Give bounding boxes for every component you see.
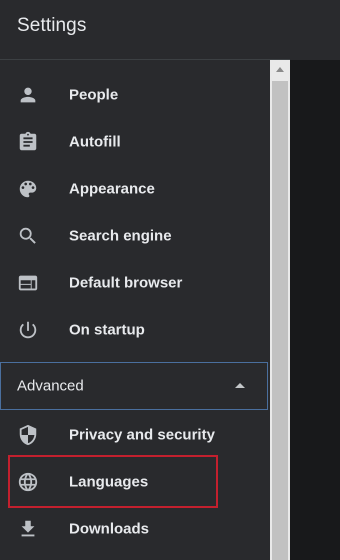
settings-header: Settings bbox=[0, 0, 290, 60]
sidebar-item-on-startup[interactable]: On startup bbox=[0, 306, 270, 353]
shield-icon bbox=[17, 424, 39, 446]
sidebar-item-appearance[interactable]: Appearance bbox=[0, 165, 270, 212]
sidebar-item-label: Privacy and security bbox=[69, 426, 215, 443]
sidebar-item-downloads[interactable]: Downloads bbox=[0, 505, 270, 552]
globe-icon bbox=[17, 471, 39, 493]
sidebar-item-privacy-and-security[interactable]: Privacy and security bbox=[0, 411, 270, 458]
advanced-section-toggle[interactable]: Advanced bbox=[0, 362, 268, 410]
sidebar-item-label: Autofill bbox=[69, 133, 121, 150]
advanced-label: Advanced bbox=[17, 377, 84, 395]
scrollbar-thumb[interactable] bbox=[272, 81, 288, 560]
palette-icon bbox=[17, 178, 39, 200]
sidebar-item-autofill[interactable]: Autofill bbox=[0, 118, 270, 165]
settings-sidebar: People Autofill Appearance Search engine bbox=[0, 60, 270, 560]
person-icon bbox=[17, 84, 39, 106]
sidebar-item-label: Appearance bbox=[69, 180, 155, 197]
sidebar-item-languages[interactable]: Languages bbox=[0, 458, 270, 505]
page-title: Settings bbox=[17, 15, 87, 36]
clipboard-icon bbox=[17, 131, 39, 153]
sidebar-item-label: Default browser bbox=[69, 274, 183, 291]
search-icon bbox=[17, 225, 39, 247]
sidebar-item-label: Downloads bbox=[69, 520, 150, 537]
sidebar-item-label: People bbox=[69, 86, 119, 103]
download-icon bbox=[17, 518, 39, 540]
sidebar-item-default-browser[interactable]: Default browser bbox=[0, 259, 270, 306]
content-area bbox=[290, 0, 340, 560]
content-header bbox=[290, 0, 340, 60]
browser-icon bbox=[17, 272, 39, 294]
scroll-up-arrow-icon[interactable] bbox=[270, 60, 290, 80]
sidebar-item-label: Search engine bbox=[69, 227, 172, 244]
sidebar-item-label: On startup bbox=[69, 321, 145, 338]
settings-window: Settings People Autofill Appearance Sear… bbox=[0, 0, 340, 560]
sidebar-scrollbar[interactable] bbox=[270, 60, 290, 560]
content-panel bbox=[290, 60, 340, 560]
caret-up-icon bbox=[235, 383, 245, 388]
sidebar-item-label: Languages bbox=[69, 473, 149, 490]
sidebar-item-search-engine[interactable]: Search engine bbox=[0, 212, 270, 259]
power-icon bbox=[17, 319, 39, 341]
sidebar-item-people[interactable]: People bbox=[0, 71, 270, 118]
